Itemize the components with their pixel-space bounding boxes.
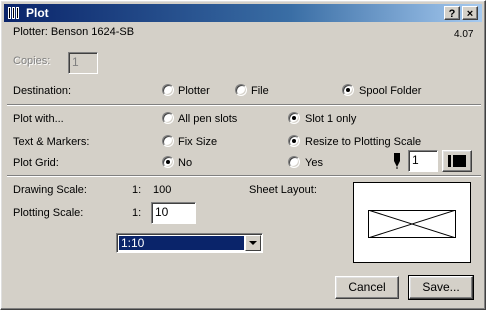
close-button[interactable]: × (462, 6, 478, 20)
radio-plotter-label[interactable]: Plotter (178, 85, 210, 97)
radio-grid-no-label[interactable]: No (178, 157, 192, 169)
version-label: 4.07 (454, 29, 474, 40)
scale-dropdown[interactable]: 1:10 (116, 233, 263, 253)
radio-slot-1-only-label[interactable]: Slot 1 only (305, 113, 356, 125)
radio-spool-folder[interactable] (342, 84, 354, 96)
radio-selected-dot (292, 116, 296, 120)
chevron-down-icon[interactable] (245, 235, 261, 251)
copies-field[interactable]: 1 (68, 52, 98, 74)
plot-with-label: Plot with... (13, 113, 64, 125)
sheet-layout-preview[interactable] (353, 182, 471, 263)
line-weight-icon (448, 155, 466, 167)
line-weight-button[interactable] (442, 150, 472, 172)
radio-selected-dot (346, 88, 350, 92)
separator (7, 104, 481, 106)
plotter-name: Plotter: Benson 1624-SB (13, 26, 135, 38)
plotting-scale-label: Plotting Scale: (13, 207, 84, 219)
separator (7, 175, 481, 177)
window-title: Plot (26, 6, 49, 20)
drawing-scale-value: 100 (153, 184, 172, 196)
copies-label: Copies: (13, 55, 51, 67)
plot-dialog: Plot ? × Plotter: Benson 1624-SB 4.07 Co… (0, 0, 486, 310)
radio-resize-to-plotting-scale-label[interactable]: Resize to Plotting Scale (305, 136, 421, 148)
plot-app-icon (8, 7, 19, 19)
radio-selected-dot (166, 160, 170, 164)
drawing-scale-prefix: 1: (132, 184, 142, 196)
radio-slot-1-only[interactable] (288, 112, 300, 124)
radio-resize-to-plotting-scale[interactable] (288, 135, 300, 147)
radio-plotter[interactable] (162, 84, 174, 96)
scale-dropdown-value: 1:10 (119, 236, 244, 250)
title-bar: Plot ? × (4, 4, 482, 22)
radio-all-pen-slots[interactable] (162, 112, 174, 124)
radio-spool-folder-label[interactable]: Spool Folder (359, 85, 421, 97)
radio-selected-dot (292, 139, 296, 143)
help-button[interactable]: ? (444, 6, 460, 20)
radio-file-label[interactable]: File (251, 85, 269, 97)
plot-grid-label: Plot Grid: (13, 157, 59, 169)
radio-grid-no[interactable] (162, 156, 174, 168)
radio-grid-yes-label[interactable]: Yes (305, 157, 323, 169)
text-markers-label: Text & Markers: (13, 136, 90, 148)
drawing-scale-label: Drawing Scale: (13, 184, 87, 196)
radio-file[interactable] (235, 84, 247, 96)
radio-fix-size-label[interactable]: Fix Size (178, 136, 217, 148)
radio-fix-size[interactable] (162, 135, 174, 147)
radio-all-pen-slots-label[interactable]: All pen slots (178, 113, 237, 125)
sheet-placement-icon (368, 210, 456, 238)
cancel-button[interactable]: Cancel (335, 276, 399, 299)
grid-pen-field[interactable]: 1 (408, 150, 438, 172)
sheet-layout-label: Sheet Layout: (249, 184, 317, 196)
pen-icon (394, 153, 400, 169)
destination-label: Destination: (13, 85, 72, 97)
plotting-scale-prefix: 1: (132, 207, 142, 219)
save-button[interactable]: Save... (408, 275, 474, 300)
radio-grid-yes[interactable] (288, 156, 300, 168)
plotting-scale-field[interactable]: 10 (151, 202, 196, 224)
